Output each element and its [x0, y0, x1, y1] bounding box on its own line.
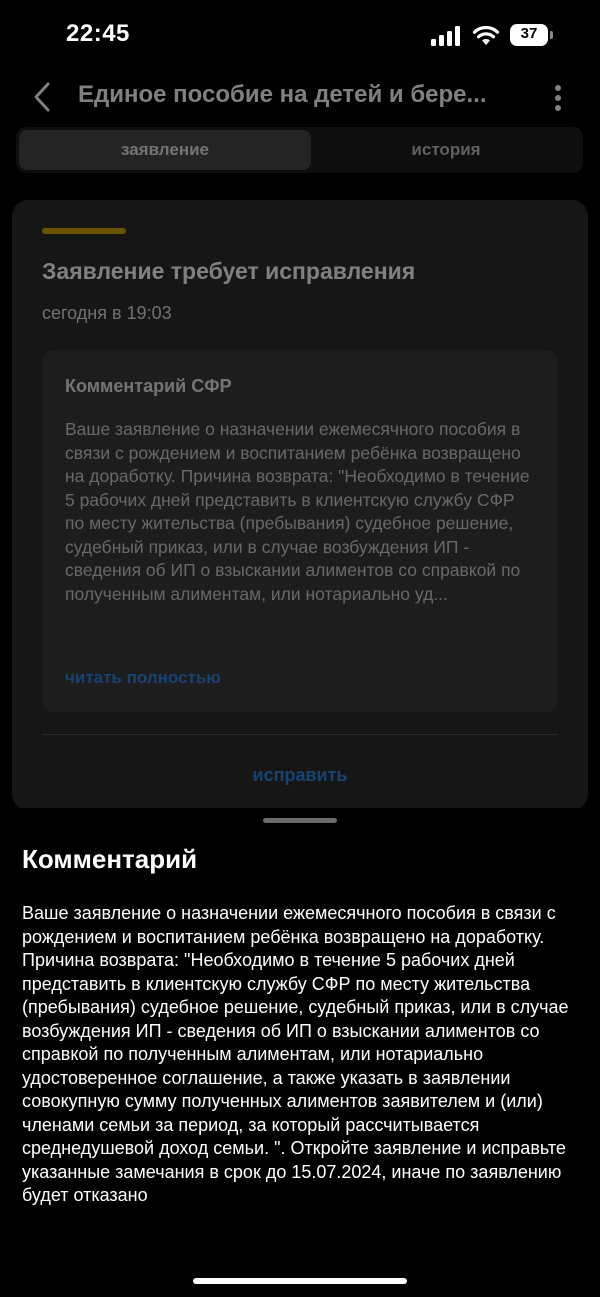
back-chevron-icon[interactable] [30, 80, 54, 114]
card-divider [42, 734, 558, 735]
status-bar: 22:45 37 [0, 0, 600, 72]
sheet-comment-text: Ваше заявление о назначении ежемесячного… [22, 903, 569, 1205]
fix-button[interactable]: исправить [12, 765, 588, 786]
tab-history[interactable]: история [312, 130, 580, 170]
home-indicator[interactable] [193, 1278, 407, 1284]
status-accent-bar [42, 228, 126, 234]
comment-box: Комментарий СФР Ваше заявление о назначе… [42, 350, 558, 712]
tab-application[interactable]: заявление [19, 130, 311, 170]
comment-preview: Ваше заявление о назначении ежемесячного… [65, 419, 530, 604]
sheet-title: Комментарий [22, 844, 198, 874]
status-date: сегодня в 19:03 [42, 303, 172, 323]
read-more-link[interactable]: читать полностью [65, 668, 221, 688]
battery-icon: 37 [510, 24, 554, 46]
status-time: 22:45 [66, 20, 130, 47]
comment-title: Комментарий СФР [65, 376, 232, 396]
battery-level: 37 [520, 25, 538, 42]
more-options-icon[interactable] [548, 84, 568, 112]
nav-bar: Единое пособие на детей и бере... [0, 72, 600, 122]
segmented-control: заявление история [16, 127, 583, 173]
comment-sheet: Комментарий Ваше заявление о назначении … [0, 808, 600, 1297]
wifi-icon [472, 25, 500, 45]
cellular-signal-icon [431, 26, 460, 46]
sheet-grabber[interactable] [263, 818, 337, 823]
status-card: Заявление требует исправления сегодня в … [12, 200, 588, 810]
page-title: Единое пособие на детей и бере... [78, 81, 487, 108]
status-title: Заявление требует исправления [42, 258, 416, 284]
